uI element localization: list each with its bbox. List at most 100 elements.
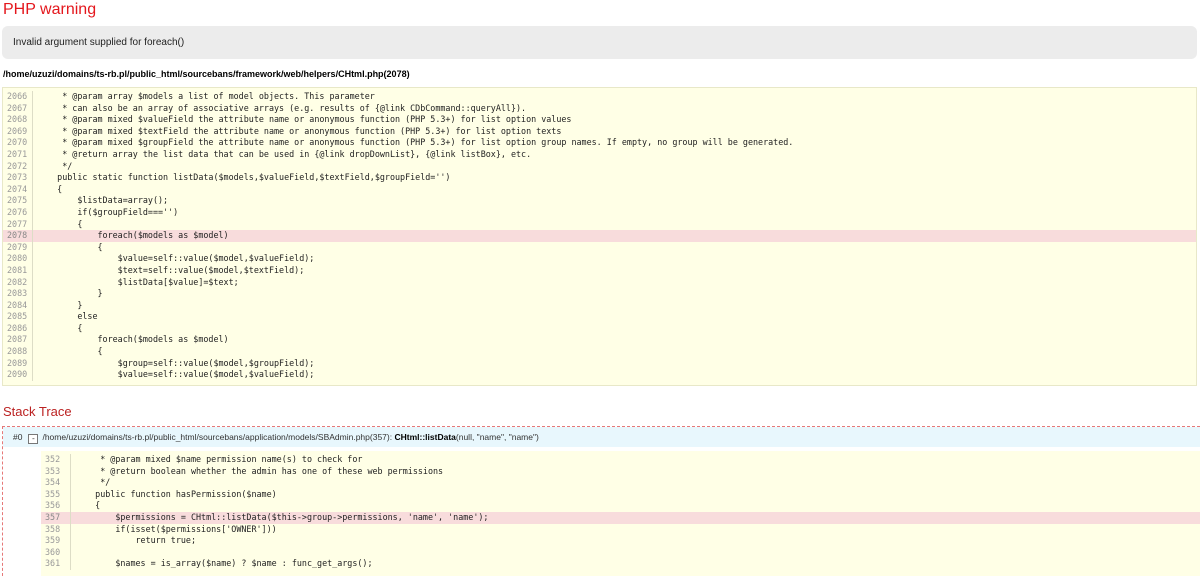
code-line: 2077 { — [3, 218, 1196, 231]
code-text: $permissions = CHtml::listData($this->gr… — [75, 511, 489, 522]
trace-frame-call: CHtml::listData — [394, 432, 455, 442]
code-text: $listData=array(); — [37, 195, 169, 206]
code-text: { — [37, 322, 83, 333]
trace-call-args: (null, "name", "name") — [455, 432, 539, 442]
line-number: 2086 — [3, 322, 33, 335]
code-text: */ — [75, 477, 111, 488]
code-text: $names = is_array($name) ? $name : func_… — [75, 558, 373, 569]
code-line: 360 — [41, 546, 1200, 559]
line-number: 2075 — [3, 195, 33, 207]
code-text: { — [37, 241, 103, 252]
line-number: 2076 — [3, 206, 33, 219]
line-number: 356 — [41, 500, 71, 512]
code-line: 2083 } — [3, 288, 1196, 300]
line-number: 2073 — [3, 172, 33, 184]
code-line: 358 if(isset($permissions['OWNER'])) — [41, 523, 1200, 536]
line-number: 2087 — [3, 334, 33, 347]
source-code-lines: 2066 * @param array $models a list of mo… — [3, 91, 1196, 381]
line-number: 2068 — [3, 114, 33, 126]
line-number: 353 — [41, 465, 71, 478]
line-number: 2066 — [3, 91, 33, 103]
code-line: 2072 */ — [3, 160, 1196, 173]
line-number: 2071 — [3, 148, 33, 161]
code-text: * @param mixed $name permission name(s) … — [75, 454, 363, 464]
code-text: * @param array $models a list of model o… — [37, 91, 375, 101]
line-number: 358 — [41, 523, 71, 536]
code-line: 356 { — [41, 500, 1200, 512]
code-line: 2075 $listData=array(); — [3, 195, 1196, 207]
line-number: 361 — [41, 558, 71, 570]
code-line: 2089 $group=self::value($model,$groupFie… — [3, 357, 1196, 370]
code-line: 355 public function hasPermission($name) — [41, 488, 1200, 501]
line-number: 2089 — [3, 357, 33, 370]
code-line: 2080 $value=self::value($model,$valueFie… — [3, 253, 1196, 265]
stack-trace-title: Stack Trace — [3, 404, 72, 419]
code-text: public function hasPermission($name) — [75, 488, 277, 499]
line-number: 357 — [41, 511, 71, 524]
code-text: $group=self::value($model,$groupField); — [37, 357, 315, 368]
code-text: { — [75, 500, 101, 511]
code-line: 2081 $text=self::value($model,$textField… — [3, 264, 1196, 277]
trace-call-method: listData — [425, 432, 456, 442]
error-message-box: Invalid argument supplied for foreach() — [2, 26, 1197, 59]
line-number: 352 — [41, 454, 71, 466]
code-line: 2086 { — [3, 322, 1196, 335]
trace-code-lines: 352 * @param mixed $name permission name… — [41, 454, 1200, 570]
code-text: foreach($models as $model) — [37, 334, 229, 345]
code-text: * @return array the list data that can b… — [37, 148, 532, 159]
code-text: * @return boolean whether the admin has … — [75, 465, 444, 476]
collapse-toggle-icon[interactable]: - — [28, 434, 39, 444]
line-number: 2067 — [3, 102, 33, 115]
error-message: Invalid argument supplied for foreach() — [13, 37, 185, 48]
code-line: 2085 else — [3, 311, 1196, 323]
code-text: if($groupField==='') — [37, 206, 179, 217]
code-line: 2079 { — [3, 241, 1196, 254]
code-line: 2073 public static function listData($mo… — [3, 172, 1196, 184]
code-line: 361 $names = is_array($name) ? $name : f… — [41, 558, 1200, 570]
code-text: * can also be an array of associative ar… — [37, 102, 527, 113]
code-line-highlighted: 357 $permissions = CHtml::listData($this… — [41, 511, 1200, 524]
code-text: } — [37, 288, 103, 299]
code-text: { — [37, 346, 103, 357]
code-line: 2084 } — [3, 299, 1196, 312]
code-line: 2082 $listData[$value]=$text; — [3, 276, 1196, 289]
trace-call-class: CHtml — [394, 432, 420, 442]
line-number: 360 — [41, 546, 71, 559]
line-number: 2072 — [3, 160, 33, 173]
code-text: * @param mixed $textField the attribute … — [37, 125, 562, 136]
line-number: 2079 — [3, 241, 33, 254]
code-line: 2076 if($groupField==='') — [3, 206, 1196, 219]
trace-frame-header[interactable]: #0-/home/uzuzi/domains/ts-rb.pl/public_h… — [3, 427, 1200, 447]
line-number: 2078 — [3, 230, 33, 242]
code-line: 2087 foreach($models as $model) — [3, 334, 1196, 347]
source-code-box: 2066 * @param array $models a list of mo… — [2, 87, 1197, 386]
line-number: 355 — [41, 488, 71, 501]
line-number: 2085 — [3, 311, 33, 323]
line-number: 2081 — [3, 264, 33, 277]
code-line: 359 return true; — [41, 535, 1200, 547]
code-text: * @param mixed $groupField the attribute… — [37, 137, 794, 148]
code-line: 354 */ — [41, 477, 1200, 489]
stack-trace-box: #0-/home/uzuzi/domains/ts-rb.pl/public_h… — [2, 426, 1200, 576]
line-number: 2083 — [3, 288, 33, 300]
error-file-path: /home/uzuzi/domains/ts-rb.pl/public_html… — [3, 69, 410, 79]
code-line: 353 * @return boolean whether the admin … — [41, 465, 1200, 478]
error-title: PHP warning — [3, 1, 97, 18]
code-text: } — [37, 299, 83, 310]
code-text: public static function listData($models,… — [37, 172, 451, 183]
code-text: if(isset($permissions['OWNER'])) — [75, 523, 277, 534]
line-number: 2084 — [3, 299, 33, 312]
trace-frame-code: 352 * @param mixed $name permission name… — [41, 451, 1200, 576]
code-line: 2068 * @param mixed $valueField the attr… — [3, 114, 1196, 126]
code-line: 352 * @param mixed $name permission name… — [41, 454, 1200, 466]
line-number: 2077 — [3, 218, 33, 231]
code-text: $text=self::value($model,$textField); — [37, 264, 305, 275]
line-number: 2080 — [3, 253, 33, 265]
line-number: 2070 — [3, 137, 33, 149]
code-line: 2074 { — [3, 183, 1196, 196]
trace-frame-index: #0 — [13, 432, 23, 442]
code-text: { — [37, 218, 83, 229]
line-number: 359 — [41, 535, 71, 547]
line-number: 2088 — [3, 346, 33, 358]
code-line: 2088 { — [3, 346, 1196, 358]
